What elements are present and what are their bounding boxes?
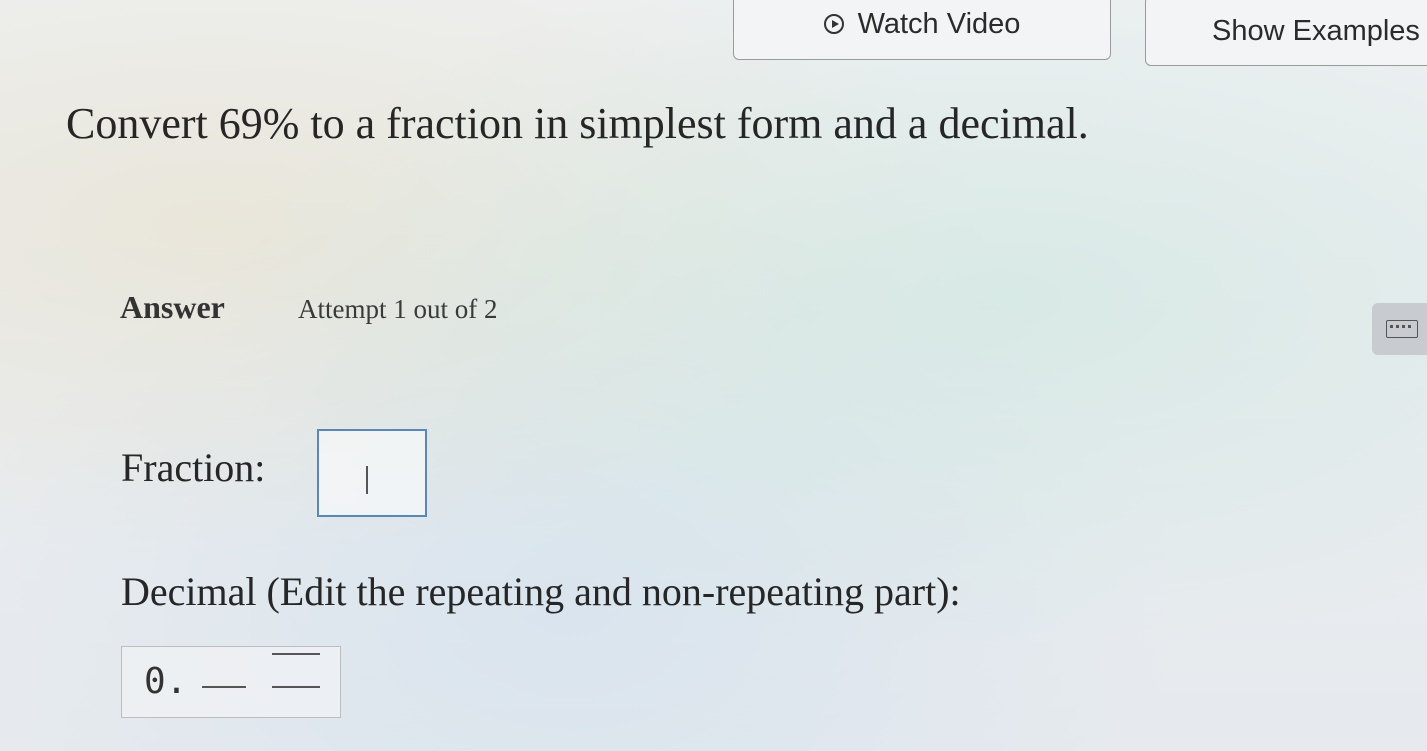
show-examples-button[interactable]: Show Examples: [1145, 0, 1427, 66]
decimal-label: Decimal (Edit the repeating and non-repe…: [121, 569, 961, 614]
watch-video-label: Watch Video: [857, 7, 1021, 40]
attempt-counter: Attempt 1 out of 2: [298, 294, 498, 324]
answer-heading: Answer: [120, 289, 225, 325]
keyboard-icon: [1386, 320, 1418, 338]
fraction-label: Fraction:: [121, 445, 266, 490]
watch-video-button[interactable]: Watch Video: [733, 0, 1111, 60]
repeating-part-blank[interactable]: [272, 686, 320, 688]
play-circle-icon: [823, 14, 844, 34]
decimal-input[interactable]: 0.: [121, 646, 341, 718]
decimal-prefix: 0.: [144, 661, 188, 702]
text-caret: [366, 466, 368, 494]
nonrepeating-part-blank[interactable]: [202, 686, 246, 688]
fraction-input[interactable]: [317, 429, 427, 517]
keyboard-toggle-button[interactable]: [1372, 303, 1427, 355]
show-examples-label: Show Examples: [1212, 14, 1420, 47]
repeating-bar: [272, 653, 320, 655]
question-text: Convert 69% to a fraction in simplest fo…: [66, 99, 1089, 148]
